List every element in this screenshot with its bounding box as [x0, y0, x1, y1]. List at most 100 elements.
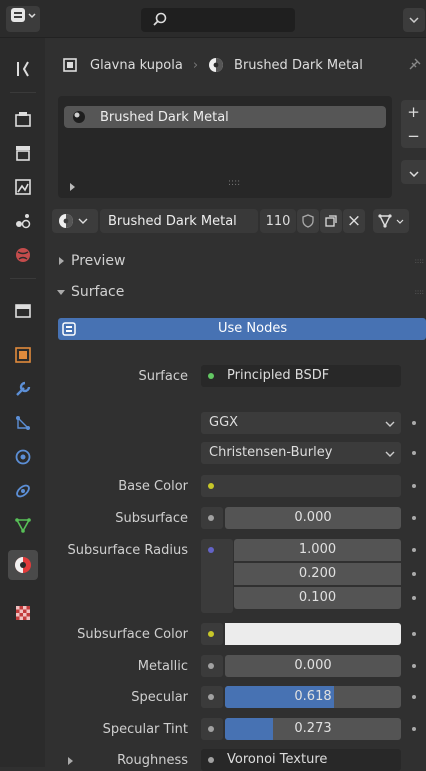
metallic-socket-button[interactable]	[201, 655, 223, 677]
fake-user-button[interactable]	[297, 209, 319, 233]
specular-value: 0.618	[294, 689, 332, 704]
mesh-link-icon	[378, 214, 392, 228]
specular-slider[interactable]: 0.618	[225, 686, 401, 708]
chevron-down-icon	[396, 219, 404, 224]
tab-output[interactable]	[8, 138, 38, 168]
add-slot-button[interactable]: +	[401, 100, 426, 124]
subsurface-socket-button[interactable]	[201, 507, 223, 529]
resize-handle[interactable]: ::::	[228, 178, 240, 188]
keyframe-dot[interactable]	[412, 421, 416, 425]
properties-editor-icon	[11, 8, 36, 22]
specular-tint-slider-fill	[225, 718, 274, 740]
tab-scene[interactable]	[8, 206, 38, 236]
keyframe-dot[interactable]	[412, 596, 416, 600]
browse-material-button[interactable]	[52, 209, 98, 233]
shield-icon	[302, 214, 314, 228]
base-color-field[interactable]	[201, 475, 401, 497]
preview-panel-title: Preview	[71, 253, 126, 269]
specular-tint-slider[interactable]: 0.273	[225, 718, 401, 740]
surface-panel-header[interactable]: Surface ::::	[52, 278, 426, 306]
subsurface-method-dropdown[interactable]: Christensen-Burley	[201, 442, 401, 464]
keyframe-dot[interactable]	[412, 548, 416, 552]
close-icon: ×	[346, 211, 362, 231]
specular-socket-button[interactable]	[201, 686, 223, 708]
duplicate-material-button[interactable]	[320, 209, 342, 233]
constraint-icon	[16, 484, 30, 498]
use-nodes-button[interactable]: Use Nodes	[58, 318, 426, 340]
keyframe-dot[interactable]	[412, 632, 416, 636]
subsurface-color-swatch[interactable]	[225, 623, 401, 645]
material-slot-item[interactable]: Brushed Dark Metal	[64, 106, 386, 128]
keyframe-dot[interactable]	[412, 664, 416, 668]
tab-tool[interactable]	[8, 54, 38, 84]
duplicate-icon	[325, 215, 337, 227]
keyframe-dot[interactable]	[412, 516, 416, 520]
float-socket-icon	[208, 515, 214, 521]
subsurface-radius-z[interactable]: 0.100	[234, 587, 401, 609]
keyframe-dot[interactable]	[412, 695, 416, 699]
breadcrumb: Glavna kupola › Brushed Dark Metal	[52, 40, 426, 90]
metallic-value[interactable]: 0.000	[225, 655, 401, 677]
user-count[interactable]: 110	[260, 209, 296, 233]
base-color-label: Base Color	[118, 479, 188, 494]
tab-constraints[interactable]	[8, 476, 38, 506]
tab-object[interactable]	[8, 340, 38, 370]
drag-handle-icon[interactable]: ::::	[415, 257, 424, 265]
slot-specials-menu[interactable]	[401, 160, 426, 184]
pin-icon[interactable]	[406, 57, 422, 73]
world-icon	[16, 248, 30, 262]
material-datablock-bar: Brushed Dark Metal 110 ×	[52, 206, 426, 236]
tab-view-layer[interactable]	[8, 172, 38, 202]
remove-slot-button[interactable]: −	[401, 124, 426, 148]
subsurface-color-socket-button[interactable]	[201, 623, 223, 645]
surface-shader-field[interactable]: Principled BSDF	[201, 365, 401, 387]
link-mode-dropdown[interactable]	[373, 209, 409, 233]
tab-material[interactable]	[8, 550, 38, 580]
drag-handle-icon[interactable]: ::::	[415, 288, 424, 296]
roughness-link-field[interactable]: Voronoi Texture	[201, 749, 401, 771]
breadcrumb-object[interactable]: Glavna kupola	[90, 58, 183, 73]
node-tree-icon	[62, 322, 76, 336]
tab-render[interactable]	[8, 104, 38, 134]
subsurface-value[interactable]: 0.000	[225, 507, 401, 529]
material-name-field[interactable]: Brushed Dark Metal	[100, 209, 258, 233]
unlink-material-button[interactable]: ×	[343, 209, 365, 233]
keyframe-dot[interactable]	[412, 572, 416, 576]
tab-texture[interactable]	[8, 598, 38, 628]
subsurface-label: Subsurface	[115, 511, 188, 526]
tab-object-data[interactable]	[8, 510, 38, 540]
tab-modifiers[interactable]	[8, 374, 38, 404]
preview-panel-header[interactable]: Preview ::::	[52, 247, 426, 275]
material-slot-label: Brushed Dark Metal	[100, 109, 229, 125]
texture-icon	[16, 606, 30, 620]
subsurface-radius-label: Subsurface Radius	[67, 543, 188, 558]
object-icon	[15, 347, 31, 363]
subsurface-radius-x[interactable]: 1.000	[234, 539, 401, 561]
keyframe-dot[interactable]	[412, 451, 416, 455]
tab-world[interactable]	[8, 240, 38, 270]
material-preview-icon	[73, 111, 85, 123]
tab-physics[interactable]	[8, 442, 38, 472]
subsurface-radius-socket-button[interactable]	[201, 539, 233, 613]
distribution-dropdown[interactable]: GGX	[201, 412, 401, 434]
tab-collection[interactable]	[8, 296, 38, 326]
view-layer-icon	[15, 179, 31, 195]
keyframe-dot[interactable]	[412, 727, 416, 731]
tool-icon	[17, 61, 29, 77]
vector-socket-icon	[208, 547, 214, 553]
subsurface-method-value: Christensen-Burley	[209, 445, 333, 460]
options-dropdown[interactable]	[403, 8, 425, 32]
float-socket-icon	[208, 757, 214, 763]
editor-type-button[interactable]	[6, 6, 40, 32]
expand-arrow-icon[interactable]	[68, 182, 78, 192]
specular-tint-socket-button[interactable]	[201, 718, 223, 740]
tab-particles[interactable]	[8, 408, 38, 438]
roughness-label: Roughness	[117, 753, 188, 768]
breadcrumb-material[interactable]: Brushed Dark Metal	[234, 58, 363, 73]
chevron-down-icon	[409, 17, 419, 24]
keyframe-dot[interactable]	[412, 484, 416, 488]
search-input[interactable]	[141, 8, 295, 32]
subsurface-radius-y[interactable]: 0.200	[234, 563, 401, 585]
tab-separator	[10, 278, 36, 279]
distribution-value: GGX	[209, 415, 239, 430]
